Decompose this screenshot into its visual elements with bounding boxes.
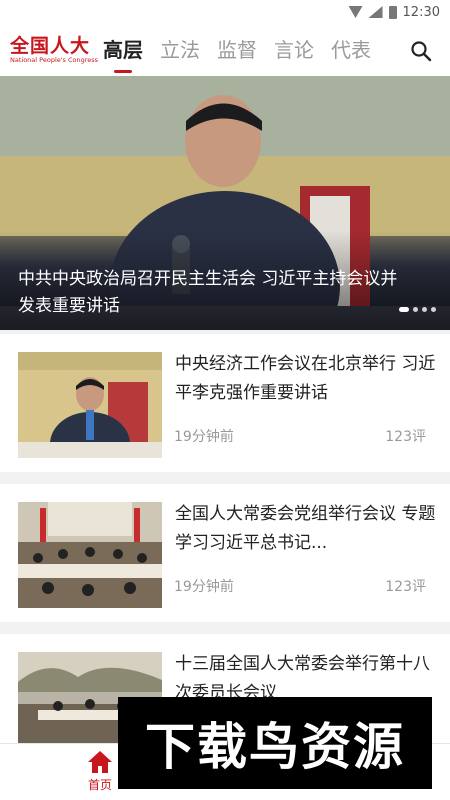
news-title: 全国人大常委会党组举行会议 专题学习习近平总书记... — [175, 504, 436, 553]
tab-gaoceng[interactable]: 高层 — [103, 24, 143, 76]
npc-logo[interactable]: 全国人大 National People's Congress — [0, 34, 99, 65]
status-bar: 12:30 — [0, 0, 450, 24]
app-header: 全国人大 National People's Congress 高层 立法 监督… — [0, 24, 450, 76]
watermark-text: 下载鸟资源 — [145, 718, 405, 776]
logo-chinese-text: 全国人大 — [10, 34, 91, 57]
news-time: 19分钟前 — [174, 579, 234, 595]
news-title: 中央经济工作会议在北京举行 习近平李克强作重要讲话 — [175, 354, 436, 403]
news-comment-count: 123评 — [385, 579, 426, 595]
channel-tabs: 高层 立法 监督 言论 代表 — [103, 24, 388, 76]
watermark-banner: 下载鸟资源 — [118, 697, 432, 789]
nav-home-label: 首页 — [87, 778, 112, 792]
carousel-dot — [422, 307, 427, 312]
battery-icon — [388, 5, 397, 19]
logo-english-text: National People's Congress — [10, 55, 99, 64]
carousel-dot — [413, 307, 418, 312]
signal-icon — [368, 6, 383, 18]
hero-banner[interactable]: 中共中央政治局召开民主生活会 习近平主持会议并发表重要讲话 — [0, 76, 450, 330]
tab-lifa[interactable]: 立法 — [160, 24, 200, 76]
home-icon — [88, 751, 112, 773]
news-comment-count: 123评 — [385, 429, 426, 445]
hero-title: 中共中央政治局召开民主生活会 习近平主持会议并发表重要讲话 — [18, 269, 398, 316]
news-item[interactable]: 全国人大常委会党组举行会议 专题学习习近平总书记... 19分钟前 123评 — [0, 484, 450, 622]
carousel-dot-active — [399, 307, 409, 312]
nav-home[interactable]: 首页 — [80, 750, 120, 798]
search-icon[interactable] — [410, 40, 432, 62]
tab-daibiao[interactable]: 代表 — [331, 24, 371, 76]
news-item[interactable]: 中央经济工作会议在北京举行 习近平李克强作重要讲话 19分钟前 123评 — [0, 334, 450, 472]
status-time: 12:30 — [402, 4, 440, 20]
tab-jiandu[interactable]: 监督 — [217, 24, 257, 76]
news-time: 19分钟前 — [174, 429, 234, 445]
tab-yanlun[interactable]: 言论 — [274, 24, 314, 76]
carousel-dot — [431, 307, 436, 312]
news-thumbnail — [18, 502, 162, 608]
wifi-icon — [348, 6, 363, 18]
news-thumbnail — [18, 352, 162, 458]
carousel-indicator — [399, 307, 436, 312]
